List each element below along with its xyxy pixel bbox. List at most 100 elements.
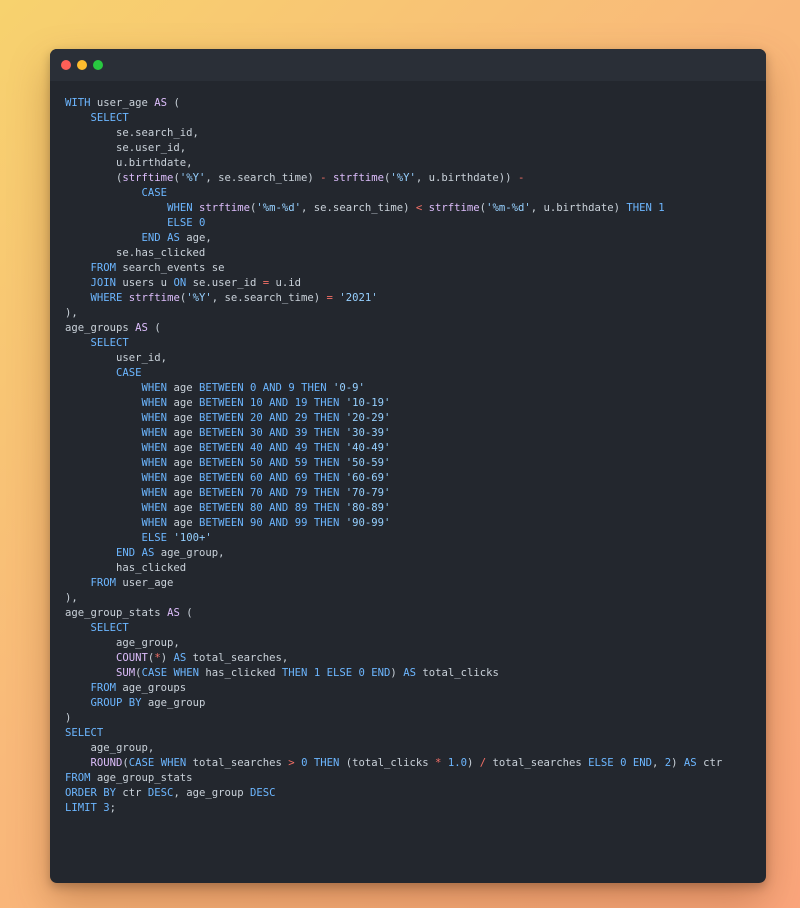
code-token: age [167, 427, 199, 439]
code-token: age_groups [116, 682, 187, 694]
code-line: WHERE strftime('%Y', se.search_time) = '… [65, 291, 756, 306]
code-token: , se.search_time) [211, 292, 327, 304]
code-line: user_id, [65, 351, 756, 366]
code-line: END AS age_group, [65, 546, 756, 561]
code-token: , u.birthdate)) [415, 172, 518, 184]
code-line: SELECT [65, 111, 756, 126]
code-line: WHEN age BETWEEN 50 AND 59 THEN '50-59' [65, 456, 756, 471]
code-token: FROM [90, 682, 117, 694]
code-line: COUNT(*) AS total_searches, [65, 651, 756, 666]
code-token: THEN [313, 427, 340, 439]
code-token: 90 [250, 517, 263, 529]
code-token: age [167, 457, 199, 469]
code-token: 59 [294, 457, 308, 469]
code-token: se.has_clicked [65, 247, 206, 259]
code-token: ) [466, 757, 480, 769]
code-token: se.user_id [186, 277, 263, 289]
code-token: SELECT [65, 727, 104, 739]
code-token: AND [269, 457, 289, 469]
code-line: GROUP BY age_group [65, 696, 756, 711]
code-token: AS [173, 652, 187, 664]
code-token: AND [269, 397, 289, 409]
code-line: LIMIT 3; [65, 801, 756, 816]
code-token: u.id [269, 277, 302, 289]
code-token: JOIN [90, 277, 117, 289]
code-line: ) [65, 711, 756, 726]
code-line: WHEN age BETWEEN 80 AND 89 THEN '80-89' [65, 501, 756, 516]
code-token: AS [167, 232, 180, 244]
code-token: age_group, [65, 637, 180, 649]
code-line: (strftime('%Y', se.search_time) - strfti… [65, 171, 756, 186]
code-token: BETWEEN [198, 442, 244, 454]
close-window-button[interactable] [61, 60, 71, 70]
code-token: ORDER BY [65, 787, 117, 799]
code-token: - [517, 172, 525, 184]
code-token: WHEN [160, 757, 187, 769]
code-line: END AS age, [65, 231, 756, 246]
code-token: ( [179, 607, 193, 619]
code-token: age_group [141, 697, 206, 709]
code-token: AS [403, 667, 416, 679]
code-line: ROUND(CASE WHEN total_searches > 0 THEN … [65, 756, 756, 771]
code-token: BETWEEN [198, 397, 244, 409]
code-token: AND [269, 442, 289, 454]
code-token: user_id, [65, 352, 168, 364]
code-token: AND [269, 487, 289, 499]
code-line: WHEN age BETWEEN 30 AND 39 THEN '30-39' [65, 426, 756, 441]
code-token: COUNT [116, 652, 148, 664]
code-token: 70 [250, 487, 263, 499]
code-line: se.user_id, [65, 141, 756, 156]
code-token: WHEN [141, 442, 168, 454]
code-token: 1.0 [447, 757, 467, 769]
code-token: WHEN [141, 397, 168, 409]
code-token: BETWEEN [198, 502, 244, 514]
code-token: age_group_stats [65, 607, 168, 619]
code-token: THEN [281, 667, 308, 679]
code-token: THEN [313, 412, 340, 424]
code-token: FROM [65, 772, 91, 784]
code-line: WHEN age BETWEEN 0 AND 9 THEN '0-9' [65, 381, 756, 396]
code-token: BETWEEN [198, 472, 244, 484]
code-line: CASE [65, 366, 756, 381]
code-token: ( [65, 172, 123, 184]
code-token: ELSE [141, 532, 168, 544]
code-token: END [371, 667, 391, 679]
code-token: WHEN [141, 487, 168, 499]
code-token: FROM [90, 262, 117, 274]
code-token: ELSE [167, 217, 193, 229]
code-token: WHEN [141, 472, 168, 484]
code-token: THEN [313, 457, 340, 469]
code-line: age_group, [65, 741, 756, 756]
code-token: 29 [294, 412, 308, 424]
code-line: age_groups AS ( [65, 321, 756, 336]
code-token: WHEN [141, 412, 168, 424]
code-token: ( [147, 322, 161, 334]
code-token: CASE [128, 757, 155, 769]
code-token: 30 [250, 427, 263, 439]
code-token: AND [269, 472, 289, 484]
code-line: age_group, [65, 636, 756, 651]
code-token: 60 [250, 472, 263, 484]
code-token: '%m-%d' [486, 202, 531, 214]
code-token: '20-29' [345, 412, 391, 424]
code-token: age [167, 517, 199, 529]
code-token: ), [65, 592, 78, 604]
minimize-window-button[interactable] [77, 60, 87, 70]
code-token: age_group, [65, 742, 155, 754]
maximize-window-button[interactable] [93, 60, 103, 70]
code-token: ELSE [326, 667, 353, 679]
code-token: SELECT [90, 337, 129, 349]
code-token: total_clicks [415, 667, 499, 679]
code-token: 79 [294, 487, 308, 499]
code-token: WHEN [167, 202, 193, 214]
